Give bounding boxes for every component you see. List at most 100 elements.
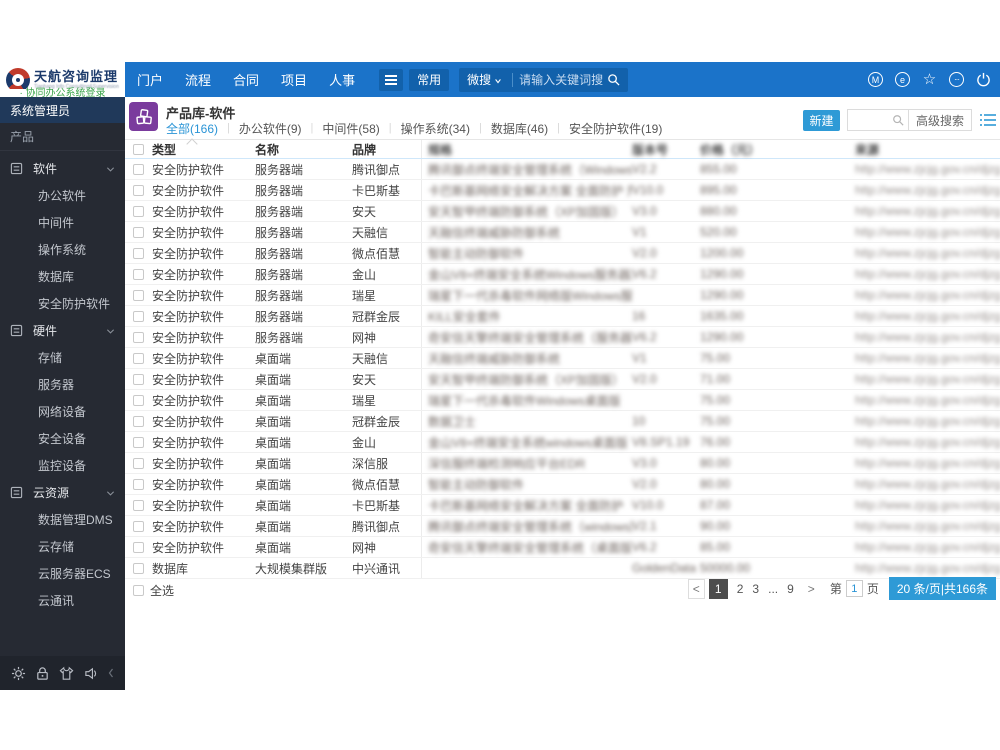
prev-page-button[interactable]: <: [687, 578, 705, 599]
table-search-input[interactable]: [847, 110, 892, 130]
new-button[interactable]: 新建: [802, 109, 840, 131]
apps-menu-button[interactable]: [379, 68, 404, 91]
page-number-9[interactable]: 9: [787, 582, 794, 596]
cell-source-link-blurred[interactable]: http://www.zjcjg.gov.cn/djzg/: [855, 351, 1000, 365]
page-number-1[interactable]: 1: [708, 578, 728, 599]
sound-icon[interactable]: [84, 666, 99, 681]
cell-source-link-blurred[interactable]: http://www.zjcjg.gov.cn/djzg/: [855, 309, 1000, 323]
collapse-handle-icon[interactable]: [108, 668, 114, 678]
cell-source-link-blurred[interactable]: http://www.zjcjg.gov.cn/djzg/: [855, 561, 1000, 575]
topnav-item-1[interactable]: 门户: [137, 70, 163, 89]
frequent-button[interactable]: 常用: [409, 68, 450, 91]
header-checkbox[interactable]: [133, 143, 144, 155]
sidebar-item-安全防护软件[interactable]: 安全防护软件: [0, 290, 125, 317]
row-checkbox[interactable]: [133, 205, 144, 217]
tab-全部(166)[interactable]: 全部(166): [166, 120, 218, 137]
topnav-item-4[interactable]: 项目: [281, 70, 307, 89]
cell-source-link-blurred[interactable]: http://www.zjcjg.gov.cn/djzg/: [855, 393, 1000, 407]
row-checkbox[interactable]: [133, 373, 144, 385]
row-checkbox[interactable]: [133, 457, 144, 469]
cell-source-link-blurred[interactable]: http://www.zjcjg.gov.cn/djzg/: [855, 267, 1000, 281]
tab-中间件(58)[interactable]: 中间件(58): [322, 120, 379, 137]
row-checkbox[interactable]: [133, 394, 144, 406]
m-badge-icon[interactable]: M: [867, 71, 884, 88]
sidebar-section-软件[interactable]: 软件: [0, 155, 125, 182]
tab-办公软件(9)[interactable]: 办公软件(9): [239, 120, 302, 137]
cell-source-link-blurred[interactable]: http://www.zjcjg.gov.cn/djzg/: [855, 498, 1000, 512]
advanced-search-button[interactable]: 高级搜索: [907, 109, 971, 131]
row-checkbox[interactable]: [133, 562, 144, 574]
tab-操作系统(34)[interactable]: 操作系统(34): [401, 120, 470, 137]
row-checkbox[interactable]: [133, 184, 144, 196]
row-checkbox[interactable]: [133, 247, 144, 259]
topnav-item-5[interactable]: 人事: [329, 70, 355, 89]
theme-icon[interactable]: [59, 666, 74, 681]
tab-数据库(46)[interactable]: 数据库(46): [491, 120, 548, 137]
search-input[interactable]: 请输入关键词搜: [519, 71, 607, 88]
sidebar-item-网络设备[interactable]: 网络设备: [0, 398, 125, 425]
cell-source-link-blurred[interactable]: http://www.zjcjg.gov.cn/djzg/: [855, 540, 1000, 554]
row-checkbox[interactable]: [133, 478, 144, 490]
global-search[interactable]: 微搜 请输入关键词搜: [459, 67, 629, 92]
voice-icon[interactable]: e: [894, 71, 911, 88]
page-number-...[interactable]: ...: [768, 582, 778, 596]
cell-source-link-blurred[interactable]: http://www.zjcjg.gov.cn/djzg/: [855, 372, 1000, 386]
power-icon[interactable]: [975, 71, 992, 88]
topnav-item-3[interactable]: 合同: [233, 70, 259, 89]
row-checkbox[interactable]: [133, 499, 144, 511]
sidebar-section-硬件[interactable]: 硬件: [0, 317, 125, 344]
next-page-button[interactable]: >: [803, 579, 820, 599]
topnav-item-2[interactable]: 流程: [185, 70, 211, 89]
row-checkbox[interactable]: [133, 331, 144, 343]
cell-source-link-blurred[interactable]: http://www.zjcjg.gov.cn/djzg/: [855, 225, 1000, 239]
settings-icon[interactable]: [11, 666, 26, 681]
cell-source-link-blurred[interactable]: http://www.zjcjg.gov.cn/djzg/: [855, 456, 1000, 470]
jump-page-input[interactable]: 1: [845, 580, 863, 597]
sidebar-group-product[interactable]: 产品: [0, 123, 125, 151]
sidebar-item-安全设备[interactable]: 安全设备: [0, 425, 125, 452]
cell-source-link-blurred[interactable]: http://www.zjcjg.gov.cn/djzg/: [855, 288, 1000, 302]
sidebar-section-云资源[interactable]: 云资源: [0, 479, 125, 506]
cell-source-link-blurred[interactable]: http://www.zjcjg.gov.cn/djzg/: [855, 414, 1000, 428]
row-checkbox[interactable]: [133, 289, 144, 301]
sidebar-item-监控设备[interactable]: 监控设备: [0, 452, 125, 479]
cell-source-link-blurred[interactable]: http://www.zjcjg.gov.cn/djzg/: [855, 183, 1000, 197]
search-icon[interactable]: [892, 114, 904, 126]
sidebar-item-云存储[interactable]: 云存储: [0, 533, 125, 560]
page-number-3[interactable]: 3: [752, 582, 759, 596]
cell-source-link-blurred[interactable]: http://www.zjcjg.gov.cn/djzg/: [855, 519, 1000, 533]
row-checkbox[interactable]: [133, 520, 144, 532]
page-size-badge[interactable]: 20 条/页|共166条: [888, 577, 996, 600]
search-icon[interactable]: [607, 73, 620, 86]
sidebar-item-服务器[interactable]: 服务器: [0, 371, 125, 398]
cell-source-link-blurred[interactable]: http://www.zjcjg.gov.cn/djzg/: [855, 246, 1000, 260]
select-all-checkbox[interactable]: [133, 585, 144, 596]
search-scope-label[interactable]: 微搜: [467, 71, 491, 88]
cell-source-link-blurred[interactable]: http://www.zjcjg.gov.cn/djzg/: [855, 477, 1000, 491]
row-checkbox[interactable]: [133, 163, 144, 175]
list-view-icon[interactable]: [980, 113, 996, 127]
tab-安全防护软件(19)[interactable]: 安全防护软件(19): [569, 120, 662, 137]
row-checkbox[interactable]: [133, 226, 144, 238]
row-checkbox[interactable]: [133, 541, 144, 553]
more-icon[interactable]: ···: [948, 71, 965, 88]
row-checkbox[interactable]: [133, 415, 144, 427]
sidebar-item-办公软件[interactable]: 办公软件: [0, 182, 125, 209]
row-checkbox[interactable]: [133, 310, 144, 322]
row-checkbox[interactable]: [133, 436, 144, 448]
sidebar-item-数据管理DMS[interactable]: 数据管理DMS: [0, 506, 125, 533]
star-icon[interactable]: ☆: [921, 71, 938, 88]
cell-source-link-blurred[interactable]: http://www.zjcjg.gov.cn/djzg/: [855, 204, 1000, 218]
lock-icon[interactable]: [35, 666, 50, 681]
cell-source-link-blurred[interactable]: http://www.zjcjg.gov.cn/djzg/: [855, 435, 1000, 449]
sidebar-item-操作系统[interactable]: 操作系统: [0, 236, 125, 263]
sidebar-item-云通讯[interactable]: 云通讯: [0, 587, 125, 614]
page-number-2[interactable]: 2: [737, 582, 744, 596]
cell-source-link-blurred[interactable]: http://www.zjcjg.gov.cn/djzg/: [855, 330, 1000, 344]
row-checkbox[interactable]: [133, 352, 144, 364]
sidebar-item-存储[interactable]: 存储: [0, 344, 125, 371]
cell-source-link-blurred[interactable]: http://www.zjcjg.gov.cn/djzg/: [855, 162, 1000, 176]
sidebar-item-数据库[interactable]: 数据库: [0, 263, 125, 290]
row-checkbox[interactable]: [133, 268, 144, 280]
sidebar-item-中间件[interactable]: 中间件: [0, 209, 125, 236]
